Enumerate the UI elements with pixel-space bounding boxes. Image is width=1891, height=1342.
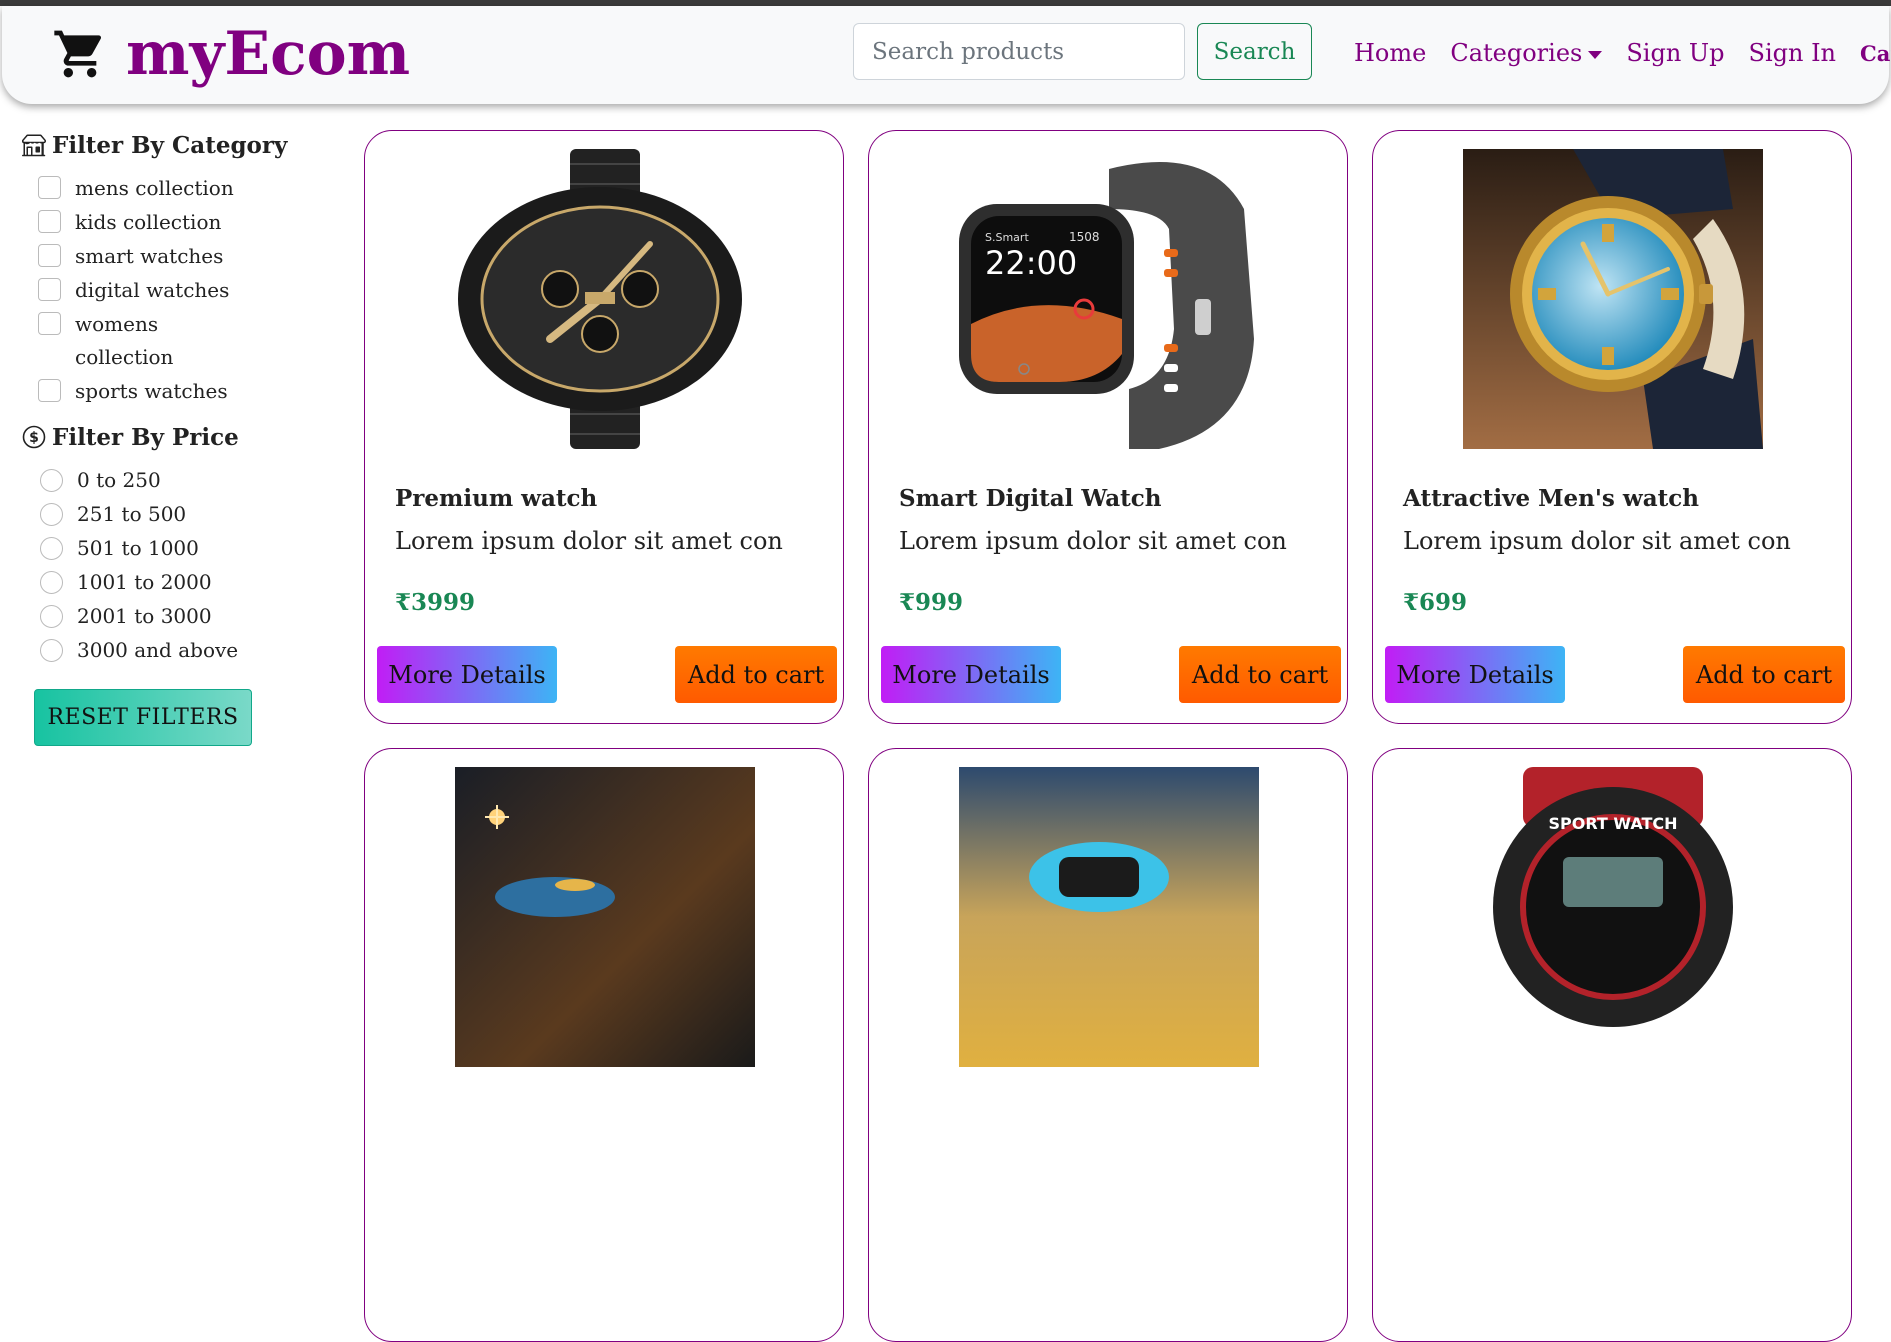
more-details-button[interactable]: More Details	[881, 646, 1061, 703]
price-option[interactable]: 0 to 250	[40, 464, 322, 497]
filter-sidebar: Filter By Category mens collection kids …	[22, 128, 322, 746]
radio[interactable]	[40, 537, 63, 560]
product-image-sport-watch[interactable]: SPORT WATCH	[1463, 767, 1763, 1067]
category-option[interactable]: mens collection	[38, 172, 322, 205]
price-option[interactable]: 251 to 500	[40, 498, 322, 531]
price-label: 0 to 250	[77, 468, 161, 492]
product-title[interactable]: Attractive Men's watch	[1403, 485, 1699, 512]
nav-signup[interactable]: Sign Up	[1626, 39, 1724, 67]
price-radiolist: 0 to 250 251 to 500 501 to 1000 1001 to …	[40, 464, 322, 667]
nav-cart[interactable]: Cart	[1860, 41, 1891, 66]
category-option[interactable]: smart watches	[38, 240, 322, 273]
product-description: Lorem ipsum dolor sit amet con	[899, 527, 1287, 555]
radio[interactable]	[40, 571, 63, 594]
search-placeholder: Search products	[872, 38, 1065, 65]
chevron-down-icon	[1588, 50, 1603, 59]
checkbox[interactable]	[38, 312, 61, 335]
checkbox[interactable]	[38, 379, 61, 402]
radio[interactable]	[40, 639, 63, 662]
radio[interactable]	[40, 469, 63, 492]
product-title[interactable]: Smart Digital Watch	[899, 485, 1161, 512]
add-to-cart-button[interactable]: Add to cart	[1179, 646, 1341, 703]
nav-signin[interactable]: Sign In	[1749, 39, 1837, 67]
filter-category-heading: Filter By Category	[22, 128, 322, 162]
product-title[interactable]: Premium watch	[395, 485, 597, 512]
category-option[interactable]: womens collection	[38, 308, 322, 374]
product-card	[868, 748, 1348, 1342]
nav-categories-label: Categories	[1450, 39, 1583, 67]
nav-links: Home Categories Sign Up Sign In Cart	[1354, 36, 1891, 70]
brand[interactable]: myEcom	[52, 14, 410, 94]
product-price: ₹699	[1403, 589, 1468, 616]
price-label: 1001 to 2000	[77, 570, 212, 594]
price-option[interactable]: 1001 to 2000	[40, 566, 322, 599]
product-image-smart-watch[interactable]: 22:00 S.Smart 1508	[959, 149, 1259, 449]
price-label: 501 to 1000	[77, 536, 199, 560]
product-description: Lorem ipsum dolor sit amet con	[1403, 527, 1791, 555]
cart-icon	[54, 30, 102, 78]
search-button[interactable]: Search	[1197, 23, 1312, 80]
checkbox[interactable]	[38, 278, 61, 301]
filter-category-title: Filter By Category	[52, 131, 288, 159]
dollar-circle-icon: $	[22, 425, 46, 449]
product-description: Lorem ipsum dolor sit amet con	[395, 527, 783, 555]
category-checklist: mens collection kids collection smart wa…	[38, 172, 322, 408]
nav-categories-dropdown[interactable]: Categories	[1450, 39, 1603, 67]
more-details-button[interactable]: More Details	[1385, 646, 1565, 703]
checkbox[interactable]	[38, 210, 61, 233]
svg-text:S.Smart: S.Smart	[985, 231, 1029, 244]
radio[interactable]	[40, 605, 63, 628]
brand-name: myEcom	[126, 19, 411, 89]
category-label: kids collection	[75, 210, 222, 234]
product-image[interactable]	[455, 767, 755, 1067]
category-label: womens collection	[75, 312, 174, 369]
product-image-mens-watch[interactable]	[1463, 149, 1763, 449]
reset-filters-button[interactable]: RESET FILTERS	[34, 689, 252, 746]
category-label: sports watches	[75, 379, 228, 403]
svg-text:1508: 1508	[1069, 230, 1100, 244]
product-price: ₹999	[899, 589, 964, 616]
price-label: 2001 to 3000	[77, 604, 212, 628]
add-to-cart-button[interactable]: Add to cart	[675, 646, 837, 703]
filter-price-title: Filter By Price	[52, 423, 239, 451]
price-option[interactable]: 2001 to 3000	[40, 600, 322, 633]
price-option[interactable]: 501 to 1000	[40, 532, 322, 565]
product-card: Premium watch Lorem ipsum dolor sit amet…	[364, 130, 844, 724]
category-option[interactable]: digital watches	[38, 274, 322, 307]
product-price: ₹3999	[395, 589, 476, 616]
category-label: smart watches	[75, 244, 224, 268]
category-label: digital watches	[75, 278, 230, 302]
product-image[interactable]	[959, 767, 1259, 1067]
category-option[interactable]: sports watches	[38, 375, 322, 408]
svg-text:SPORT WATCH: SPORT WATCH	[1548, 814, 1677, 833]
search-input[interactable]: Search products	[853, 23, 1185, 80]
checkbox[interactable]	[38, 176, 61, 199]
radio[interactable]	[40, 503, 63, 526]
product-card: 22:00 S.Smart 1508 Smart Digital Watch L…	[868, 130, 1348, 724]
price-label: 251 to 500	[77, 502, 187, 526]
price-label: 3000 and above	[77, 638, 239, 662]
price-option[interactable]: 3000 and above	[40, 634, 322, 667]
shop-icon	[22, 134, 46, 157]
navbar: myEcom Search products Search Home Categ…	[2, 6, 1891, 104]
checkbox[interactable]	[38, 244, 61, 267]
category-option[interactable]: kids collection	[38, 206, 322, 239]
product-card: SPORT WATCH	[1372, 748, 1852, 1342]
product-card	[364, 748, 844, 1342]
nav-home[interactable]: Home	[1354, 39, 1426, 67]
category-label: mens collection	[75, 176, 234, 200]
add-to-cart-button[interactable]: Add to cart	[1683, 646, 1845, 703]
product-image-premium-watch[interactable]	[455, 149, 755, 449]
svg-text:22:00: 22:00	[985, 244, 1077, 282]
product-card: Attractive Men's watch Lorem ipsum dolor…	[1372, 130, 1852, 724]
filter-price-heading: $ Filter By Price	[22, 420, 322, 454]
more-details-button[interactable]: More Details	[377, 646, 557, 703]
svg-text:$: $	[29, 430, 39, 446]
